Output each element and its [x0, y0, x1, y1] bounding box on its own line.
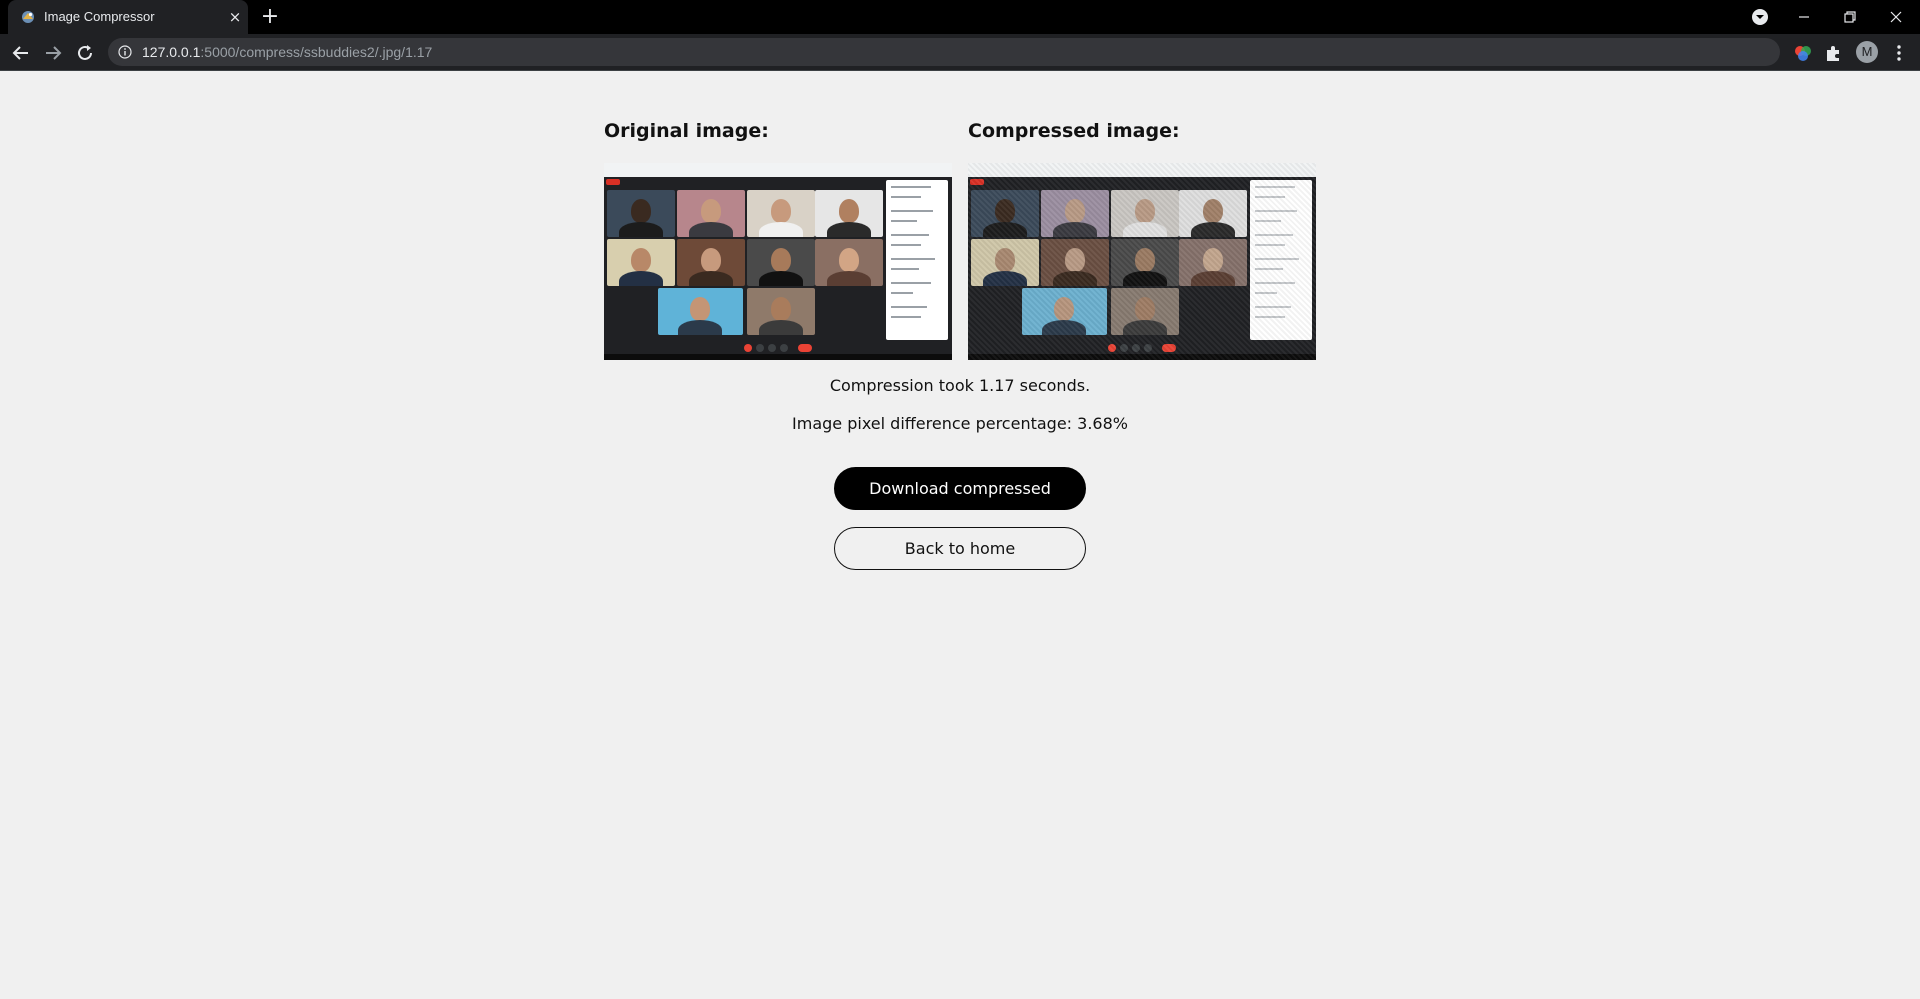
meeting-control [1144, 344, 1152, 352]
meeting-control [780, 344, 788, 352]
color-extension-icon[interactable] [1792, 42, 1814, 64]
meeting-control [756, 344, 764, 352]
video-tile [658, 288, 743, 335]
tab-search-icon[interactable] [1748, 5, 1772, 29]
video-tile [1111, 288, 1179, 335]
original-image-heading: Original image: [604, 120, 769, 142]
compressed-image-heading: Compressed image: [968, 120, 1180, 142]
download-compressed-button[interactable]: Download compressed [834, 467, 1086, 510]
close-window-icon[interactable] [1884, 5, 1908, 29]
video-tile [747, 288, 815, 335]
browser-titlebar: Image Compressor × + [0, 0, 1920, 34]
compression-time-text: Compression took 1.17 seconds. [829, 376, 1091, 395]
browser-toolbar: 127.0.0.1:5000/compress/ssbuddies2/.jpg/… [0, 34, 1920, 71]
meeting-control [744, 344, 752, 352]
video-tile [1041, 190, 1109, 237]
meeting-control [1120, 344, 1128, 352]
video-tile [1022, 288, 1107, 335]
more-menu-icon[interactable] [1888, 42, 1910, 64]
video-tile [1111, 239, 1179, 286]
video-tile [747, 239, 815, 286]
screenshot-taskbar [604, 354, 952, 360]
restore-icon[interactable] [1838, 5, 1862, 29]
video-tile [971, 190, 1039, 237]
video-tile [1179, 239, 1247, 286]
compressed-image [968, 163, 1316, 360]
original-image [604, 163, 952, 360]
extensions-puzzle-icon[interactable] [1822, 42, 1844, 64]
screenshot-browserbar [968, 163, 1316, 177]
video-tile [677, 190, 745, 237]
url-path: :5000/compress/ssbuddies2/.jpg/1.17 [200, 44, 433, 60]
video-tile [607, 239, 675, 286]
video-tile [971, 239, 1039, 286]
minimize-icon[interactable] [1792, 5, 1816, 29]
chat-panel [1250, 180, 1312, 340]
recording-badge [606, 179, 620, 185]
new-tab-button[interactable]: + [258, 5, 282, 29]
url-host: 127.0.0.1 [142, 44, 201, 60]
reload-icon[interactable] [74, 42, 96, 64]
browser-tab[interactable]: Image Compressor × [8, 0, 248, 34]
back-arrow-icon[interactable] [10, 42, 32, 64]
video-tile [607, 190, 675, 237]
video-tile [1111, 190, 1179, 237]
address-bar[interactable]: 127.0.0.1:5000/compress/ssbuddies2/.jpg/… [108, 38, 1878, 66]
tab-close-icon[interactable]: × [226, 8, 244, 26]
meeting-control [1132, 344, 1140, 352]
pixel-difference-text: Image pixel difference percentage: 3.68% [792, 414, 1128, 433]
meeting-control [768, 344, 776, 352]
screenshot-browserbar [604, 163, 952, 177]
forward-arrow-icon[interactable] [42, 42, 64, 64]
meeting-control [1108, 344, 1116, 352]
video-tile [1041, 239, 1109, 286]
video-tile [815, 190, 883, 237]
video-tile [815, 239, 883, 286]
recording-badge [970, 179, 984, 185]
screenshot-taskbar [968, 354, 1316, 360]
page-content: Original image: Compressed image: Compre… [0, 72, 1920, 999]
app-favicon-icon [22, 11, 34, 23]
profile-avatar[interactable]: M [1856, 41, 1878, 63]
video-tile [1179, 190, 1247, 237]
meeting-control [798, 344, 812, 352]
site-info-icon[interactable] [118, 45, 132, 59]
meeting-control [1162, 344, 1176, 352]
video-tile [747, 190, 815, 237]
url-text: 127.0.0.1:5000/compress/ssbuddies2/.jpg/… [142, 44, 432, 60]
tab-title: Image Compressor [44, 9, 155, 24]
video-tile [677, 239, 745, 286]
back-to-home-button[interactable]: Back to home [834, 527, 1086, 570]
chat-panel [886, 180, 948, 340]
